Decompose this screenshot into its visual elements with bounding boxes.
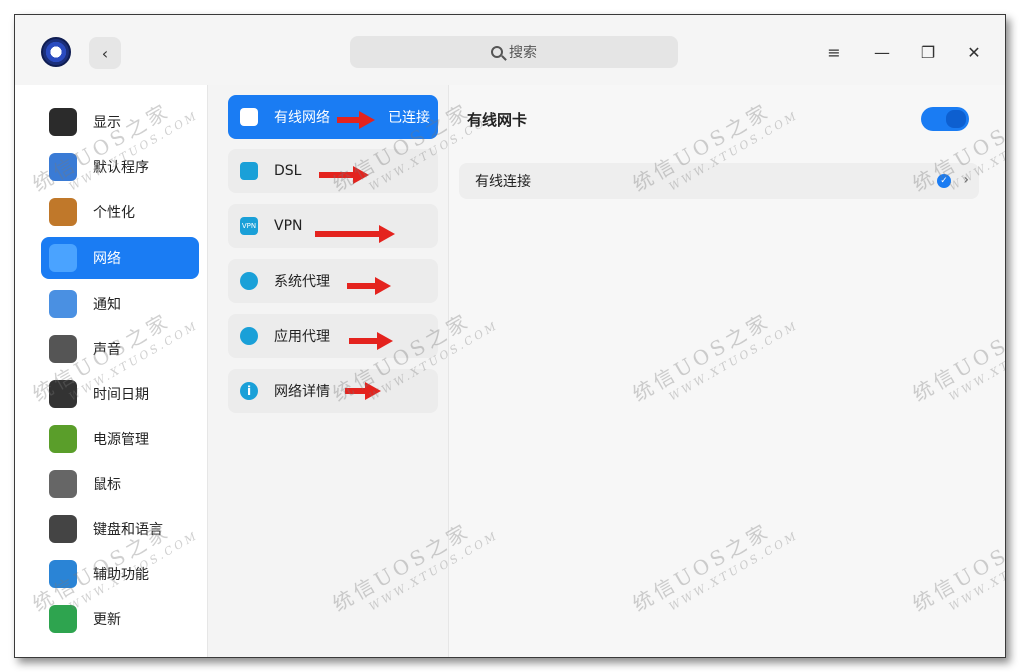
network-menu-item-app-proxy[interactable]: 应用代理 [228, 314, 438, 358]
accessibility-icon [49, 560, 77, 588]
clock-icon [49, 380, 77, 408]
red-arrow-annotation [319, 166, 369, 184]
sidebar-item-keyboard[interactable]: 键盘和语言 [41, 508, 199, 550]
app-proxy-icon [240, 327, 258, 345]
settings-window: ‹ 搜索 ≡ — ❐ ✕ 显示默认程序个性化网络通知声音时间日期电源管理鼠标键盘… [14, 14, 1006, 658]
wired-network-icon [240, 108, 258, 126]
connection-row[interactable]: 有线连接 ✓ › [459, 163, 979, 199]
sidebar-item-label: 时间日期 [93, 387, 149, 403]
network-menu-item-info[interactable]: i 网络详情 [228, 369, 438, 413]
sidebar-item-notification[interactable]: 通知 [41, 283, 199, 325]
default-apps-icon [49, 153, 77, 181]
red-arrow-annotation [349, 332, 393, 350]
red-arrow-annotation [337, 111, 375, 129]
keyboard-icon [49, 515, 77, 543]
dsl-icon [240, 162, 258, 180]
mouse-icon [49, 470, 77, 498]
update-icon [49, 605, 77, 633]
network-menu-label: VPN [274, 218, 303, 234]
battery-icon [49, 425, 77, 453]
monitor-icon [49, 108, 77, 136]
search-placeholder: 搜索 [509, 45, 537, 61]
chevron-right-icon[interactable]: › [963, 172, 969, 188]
sidebar-item-label: 键盘和语言 [93, 522, 163, 538]
palette-icon [49, 198, 77, 226]
sidebar-item-accessibility[interactable]: 辅助功能 [41, 553, 199, 595]
sidebar-item-label: 网络 [93, 251, 121, 267]
network-menu-item-vpn[interactable]: VPN VPN [228, 204, 438, 248]
speaker-icon [49, 335, 77, 363]
network-menu-item-dsl[interactable]: DSL [228, 149, 438, 193]
sidebar-item-label: 鼠标 [93, 477, 121, 493]
sidebar-item-label: 默认程序 [93, 160, 149, 176]
wired-adapter-toggle[interactable] [921, 107, 969, 131]
close-icon: ✕ [967, 42, 981, 62]
maximize-button[interactable]: ❐ [913, 37, 943, 67]
minimize-icon: — [874, 42, 890, 62]
title-bar: ‹ 搜索 ≡ — ❐ ✕ [15, 15, 1005, 85]
sidebar-item-clock[interactable]: 时间日期 [41, 373, 199, 415]
section-title: 有线网卡 [467, 111, 528, 129]
notification-icon [49, 290, 77, 318]
sidebar-item-speaker[interactable]: 声音 [41, 328, 199, 370]
sidebar-item-mouse[interactable]: 鼠标 [41, 463, 199, 505]
sidebar-item-label: 个性化 [93, 205, 135, 221]
chevron-left-icon: ‹ [101, 43, 109, 63]
network-menu-label: DSL [274, 163, 302, 179]
network-menu-item-wired-network[interactable]: 有线网络 已连接 [228, 95, 438, 139]
connection-status: 已连接 [388, 110, 430, 126]
network-menu-item-system-proxy[interactable]: 系统代理 [228, 259, 438, 303]
red-arrow-annotation [345, 382, 381, 400]
hamburger-icon: ≡ [827, 42, 841, 62]
restore-icon: ❐ [920, 42, 936, 62]
vpn-icon: VPN [240, 217, 258, 235]
sidebar-item-palette[interactable]: 个性化 [41, 191, 199, 233]
network-menu-label: 有线网络 [274, 110, 330, 126]
info-icon: i [240, 382, 258, 400]
sidebar: 显示默认程序个性化网络通知声音时间日期电源管理鼠标键盘和语言辅助功能更新 [15, 85, 207, 657]
network-submenu: 有线网络 已连接 DSL VPN VPN 系统代理应用代理 i 网络详情 [207, 85, 449, 657]
menu-button[interactable]: ≡ [819, 37, 849, 67]
close-button[interactable]: ✕ [959, 37, 989, 67]
red-arrow-annotation [347, 277, 391, 295]
search-input[interactable]: 搜索 [350, 36, 678, 68]
app-logo-icon [41, 37, 71, 67]
network-menu-label: 系统代理 [274, 274, 330, 290]
connected-check-icon: ✓ [937, 174, 951, 188]
sidebar-item-label: 辅助功能 [93, 567, 149, 583]
back-button[interactable]: ‹ [89, 37, 121, 69]
sidebar-item-label: 声音 [93, 342, 121, 358]
sidebar-item-network[interactable]: 网络 [41, 237, 199, 279]
network-menu-label: 应用代理 [274, 329, 330, 345]
connection-name: 有线连接 [475, 174, 531, 190]
sidebar-item-monitor[interactable]: 显示 [41, 101, 199, 143]
sidebar-item-label: 显示 [93, 115, 121, 131]
system-proxy-icon [240, 272, 258, 290]
sidebar-item-update[interactable]: 更新 [41, 598, 199, 640]
sidebar-item-label: 通知 [93, 297, 121, 313]
network-menu-label: 网络详情 [274, 384, 330, 400]
sidebar-item-default-apps[interactable]: 默认程序 [41, 146, 199, 188]
search-icon [491, 46, 503, 58]
minimize-button[interactable]: — [867, 37, 897, 67]
red-arrow-annotation [315, 225, 395, 243]
sidebar-item-label: 更新 [93, 612, 121, 628]
sidebar-item-label: 电源管理 [93, 432, 149, 448]
sidebar-item-battery[interactable]: 电源管理 [41, 418, 199, 460]
network-icon [49, 244, 77, 272]
detail-panel: 有线网卡 有线连接 ✓ › [449, 85, 1005, 657]
